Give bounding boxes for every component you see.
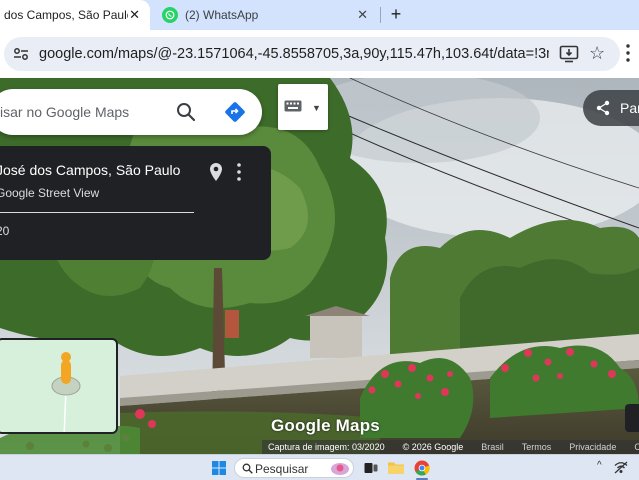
keyboard-icon (284, 100, 302, 112)
street-view-label: Google Street View (0, 186, 100, 200)
share-button[interactable]: Par (583, 90, 639, 126)
task-view-icon[interactable] (364, 461, 378, 475)
browser-menu-icon[interactable] (626, 43, 630, 63)
share-icon (596, 100, 610, 116)
windows-start-icon[interactable] (212, 461, 226, 475)
more-options-icon[interactable] (237, 163, 241, 181)
input-tools-button[interactable]: ▼ (278, 84, 328, 130)
file-explorer-icon[interactable] (388, 461, 404, 474)
search-highlight-icon (331, 463, 349, 475)
address-bar[interactable]: google.com/maps/@-23.1571064,-45.8558705… (4, 37, 620, 71)
search-icon (242, 463, 253, 474)
maps-search-box[interactable]: isar no Google Maps (0, 89, 262, 135)
attribution-bar: Captura de imagem: 03/2020 © 2026 Google… (262, 440, 639, 454)
side-control[interactable] (625, 404, 639, 432)
country-link[interactable]: Brasil (481, 442, 504, 452)
extra-link[interactable]: C (634, 442, 639, 452)
whatsapp-icon (162, 7, 178, 23)
show-hidden-icons-icon[interactable]: ^ (597, 460, 602, 471)
location-pin-icon[interactable] (208, 162, 224, 182)
capture-date-label: Captura de imagem: 03/2020 (268, 442, 385, 452)
street-view-canvas[interactable]: isar no Google Maps ▼ Par José dos Campo… (0, 78, 639, 454)
new-tab-button[interactable]: + (386, 5, 406, 25)
directions-icon[interactable] (224, 101, 246, 123)
search-input[interactable]: isar no Google Maps (0, 104, 129, 120)
bookmark-star-icon[interactable]: ☆ (589, 43, 605, 63)
capture-date[interactable]: 20 (0, 224, 9, 238)
browser-toolbar: google.com/maps/@-23.1571064,-45.8558705… (0, 30, 639, 78)
tab-google-maps[interactable]: dos Campos, São Paulo ✕ (0, 0, 150, 30)
street-view-info-card: José dos Campos, São Paulo Google Street… (0, 146, 271, 260)
url-text[interactable]: google.com/maps/@-23.1571064,-45.8558705… (39, 46, 549, 62)
copyright-label: © 2026 Google (402, 442, 464, 452)
windows-taskbar: Pesquisar ^ (0, 454, 639, 480)
close-tab-icon[interactable]: ✕ (357, 7, 368, 23)
taskbar-search-label: Pesquisar (255, 462, 309, 476)
install-app-icon[interactable] (559, 45, 579, 63)
browser-tab-strip: dos Campos, São Paulo ✕ (2) WhatsApp ✕ + (0, 0, 639, 30)
taskbar-search[interactable]: Pesquisar (234, 458, 354, 478)
tab-separator (380, 7, 381, 23)
network-icon[interactable] (614, 461, 628, 474)
tab-title: dos Campos, São Paulo (4, 8, 128, 22)
site-settings-icon[interactable] (12, 45, 30, 63)
pegman-icon[interactable] (50, 348, 84, 434)
chevron-down-icon[interactable]: ▼ (312, 103, 321, 113)
divider (0, 212, 194, 213)
close-tab-icon[interactable]: ✕ (129, 7, 140, 23)
google-maps-logo: Google Maps (271, 416, 380, 435)
terms-link[interactable]: Termos (522, 442, 552, 452)
share-label: Par (620, 100, 639, 116)
privacy-link[interactable]: Privacidade (569, 442, 616, 452)
tab-whatsapp[interactable]: (2) WhatsApp ✕ (152, 0, 382, 30)
mini-map[interactable] (0, 338, 118, 434)
tab-title: (2) WhatsApp (185, 8, 259, 22)
chrome-icon[interactable] (414, 460, 430, 476)
search-icon[interactable] (176, 102, 196, 122)
location-title[interactable]: José dos Campos, São Paulo (0, 162, 180, 178)
